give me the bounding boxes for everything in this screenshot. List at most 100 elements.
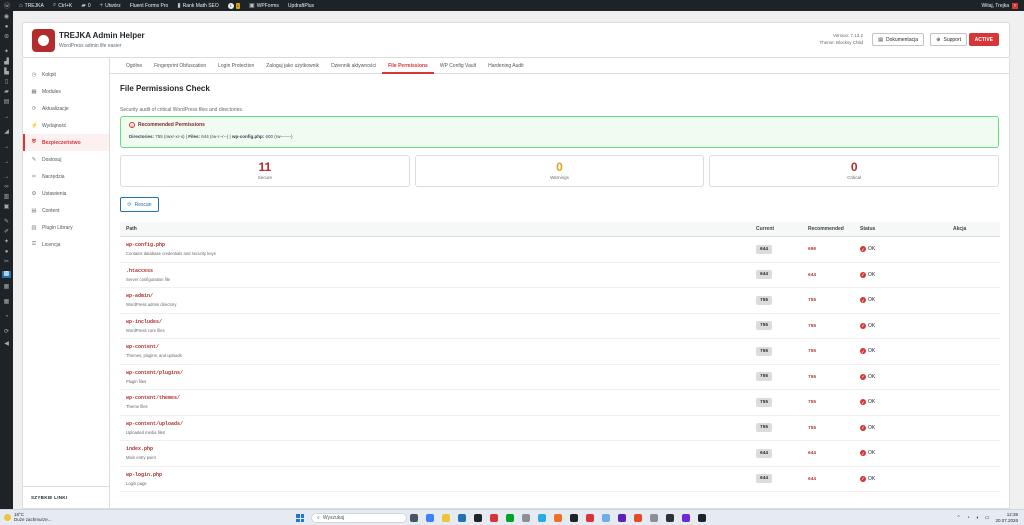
- app-icon[interactable]: [506, 514, 514, 522]
- settings-icon[interactable]: ▦: [3, 284, 10, 291]
- forms-icon[interactable]: ▤: [3, 99, 10, 106]
- comments-link[interactable]: ▰ 0: [81, 2, 90, 10]
- tools-icon[interactable]: ✂: [3, 259, 10, 266]
- rank-math-icon[interactable]: ●: [3, 24, 10, 31]
- users-icon[interactable]: ●: [3, 249, 10, 256]
- start-button[interactable]: [296, 514, 304, 522]
- widgets-icon[interactable]: [426, 514, 434, 522]
- pages-icon[interactable]: ▯: [3, 79, 10, 86]
- collapse-icon[interactable]: ◀: [3, 341, 10, 348]
- tab-file-permissions[interactable]: File Permissions: [382, 58, 434, 74]
- sidebar-item-plugin-library[interactable]: ▥ Plugin Library: [23, 219, 109, 236]
- app-icon[interactable]: [490, 514, 498, 522]
- documentation-button[interactable]: ▤ Dokumentacja: [872, 33, 924, 46]
- modules-icon: ▦: [31, 88, 37, 95]
- appearance-icon[interactable]: ▣: [3, 204, 10, 211]
- comments-icon[interactable]: ▰: [3, 89, 10, 96]
- app-icon[interactable]: [650, 514, 658, 522]
- recommended-cell: 755: [808, 323, 860, 329]
- arrow-icon[interactable]: →: [3, 174, 10, 181]
- sidebar-item-kokpit[interactable]: ◷ Kokpit: [23, 66, 109, 83]
- tab-login-as-user[interactable]: Zaloguj jako użytkownik: [260, 58, 325, 73]
- tab-wp-config-vault[interactable]: WP Config Vault: [434, 58, 482, 73]
- edge-icon[interactable]: [458, 514, 466, 522]
- stat-value: 11: [258, 160, 272, 174]
- sidebar-item-dostosuj[interactable]: ✎ Dostosuj: [23, 151, 109, 168]
- edit-icon[interactable]: ✐: [3, 229, 10, 236]
- wordpress-menu[interactable]: ⓦ: [4, 1, 10, 10]
- arrow-icon[interactable]: →: [3, 159, 10, 166]
- sidebar-item-aktualizacje[interactable]: ⟳ Aktualizacje: [23, 100, 109, 117]
- telegram-icon[interactable]: [538, 514, 546, 522]
- fluent-forms-link[interactable]: Fluent Forms Pro: [130, 3, 169, 9]
- clock[interactable]: 12:39 20.07.2026: [995, 512, 1018, 523]
- tab-fingerprint-obfuscation[interactable]: Fingerprint Obfuscation: [148, 58, 212, 73]
- terminal-icon[interactable]: [474, 514, 482, 522]
- account-menu[interactable]: Witaj, Trejka T: [981, 2, 1018, 9]
- sidebar-item-narzedzia[interactable]: ✂ Narzędzia: [23, 168, 109, 185]
- file-explorer-icon[interactable]: [442, 514, 450, 522]
- trejka-helper-icon[interactable]: ▩: [2, 271, 11, 278]
- grid-icon[interactable]: ▦: [3, 299, 10, 306]
- app-icon[interactable]: [602, 514, 610, 522]
- recommended-title-text: Recommended Permissions: [138, 122, 205, 128]
- weather-icon: [4, 513, 11, 521]
- sidebar-item-licencja[interactable]: ⚿ Licencja: [23, 236, 109, 253]
- task-view-icon[interactable]: [410, 514, 418, 522]
- app-icon[interactable]: [666, 514, 674, 522]
- arrow-icon[interactable]: →: [3, 114, 10, 121]
- sidebar-item-modules[interactable]: ▦ Modules: [23, 83, 109, 100]
- refresh-icon[interactable]: ⟳: [3, 329, 10, 336]
- sidebar-item-wydajnosc[interactable]: ⚡ Wydajność: [23, 117, 109, 134]
- products-icon[interactable]: →: [3, 144, 10, 151]
- dashboard-icon[interactable]: ◉: [3, 14, 10, 21]
- shield-icon[interactable]: ◔: [3, 314, 10, 321]
- analytics-icon[interactable]: ▟: [3, 59, 10, 66]
- tab-activity-log[interactable]: Dziennik aktywności: [325, 58, 382, 73]
- network-icon[interactable]: ◔: [967, 515, 970, 521]
- app-icon[interactable]: [522, 514, 530, 522]
- rank-math-label: Rank Math SEO: [182, 2, 219, 9]
- volume-icon[interactable]: ◖: [976, 515, 979, 521]
- chart-icon[interactable]: ▥: [3, 194, 10, 201]
- app-icon[interactable]: [698, 514, 706, 522]
- tray-chevron-icon[interactable]: ⌃: [956, 515, 960, 521]
- chrome-icon[interactable]: [634, 514, 642, 522]
- plugins-icon[interactable]: ✎: [3, 219, 10, 226]
- pin-icon[interactable]: ✦: [3, 239, 10, 246]
- app-icon[interactable]: [554, 514, 562, 522]
- taskbar: 18°C Duże zachmurze... ⌕ Wyszukaj ⌃ ◔ ◖ ▭ …: [0, 509, 1024, 525]
- new-content-menu[interactable]: + Utwórz: [100, 3, 121, 9]
- pin-icon[interactable]: ✦: [3, 49, 10, 56]
- updraftplus-menu[interactable]: UpdraftPlus: [288, 3, 314, 9]
- tab-hardening-audit[interactable]: Hardening Audit: [482, 58, 530, 73]
- media-icon[interactable]: ▙: [3, 69, 10, 76]
- weather-widget[interactable]: 18°C Duże zachmurze...: [4, 512, 52, 522]
- command-palette-button[interactable]: ⌕ Ctrl+K: [53, 2, 72, 9]
- table-row: .htaccess Server configuration file 644 644…: [120, 263, 1000, 288]
- filezilla-icon[interactable]: [586, 514, 594, 522]
- support-button[interactable]: ⊕ Support: [930, 33, 967, 46]
- site-name-link[interactable]: ⌂ TREJKA: [19, 3, 44, 9]
- tab-ogolne[interactable]: Ogólne: [120, 58, 148, 73]
- rank-math-menu[interactable]: ▮ Rank Math SEO: [177, 2, 219, 10]
- wpforms-menu[interactable]: ▣ WPForms: [249, 2, 279, 10]
- active-status-button[interactable]: ACTIVE: [968, 33, 999, 46]
- app-icon[interactable]: [682, 514, 690, 522]
- app-icon[interactable]: [618, 514, 626, 522]
- sidebar-item-content[interactable]: ▤ Content: [23, 202, 109, 219]
- sidebar-item-bezpieczenstwo[interactable]: ⛨ Bezpieczeństwo: [23, 134, 109, 151]
- status-text: OK: [868, 399, 876, 406]
- activity-icon[interactable]: ⊛: [3, 34, 10, 41]
- notifications-menu[interactable]: i1: [227, 2, 241, 9]
- tab-login-protection[interactable]: Login Protection: [212, 58, 260, 73]
- sidebar-item-ustawienia[interactable]: ⚙ Ustawienia: [23, 185, 109, 202]
- battery-icon[interactable]: ▭: [985, 515, 990, 521]
- taskbar-search[interactable]: ⌕ Wyszukaj: [311, 513, 407, 523]
- rescan-button[interactable]: ⟳ Rescan: [120, 197, 159, 212]
- status-badge: ✓ OK: [860, 246, 953, 253]
- file-description: Main entry point: [126, 455, 156, 461]
- app-icon[interactable]: [570, 514, 578, 522]
- link-icon[interactable]: ∞: [3, 184, 10, 191]
- marketing-icon[interactable]: ◢: [3, 129, 10, 136]
